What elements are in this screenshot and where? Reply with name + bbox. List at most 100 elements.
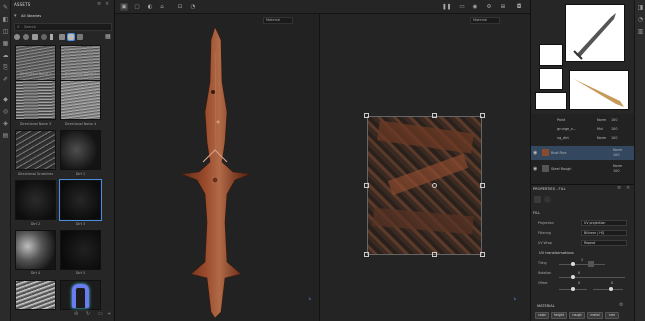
panel-menu-icon[interactable]: ≡ [617, 185, 621, 191]
smart-material-filter-icon[interactable] [23, 34, 29, 40]
channel-toggle[interactable]: height [551, 312, 567, 319]
particle-filter-icon[interactable] [59, 34, 65, 40]
fill-tab-icon[interactable] [534, 196, 541, 203]
viewport-3d[interactable]: Material ↳ [115, 14, 319, 321]
asset-preview-thumb[interactable] [539, 44, 563, 66]
tiling-slider-knob[interactable] [571, 262, 575, 266]
transform-handle[interactable] [364, 252, 369, 257]
polygon-fill-icon[interactable]: ◆ [2, 96, 9, 103]
filtering-dropdown[interactable]: Bilinear | HQ [581, 230, 627, 236]
lock-icon[interactable] [588, 261, 594, 267]
layers-panel-icon[interactable]: ◨ [637, 4, 644, 11]
text-icon[interactable]: ▤ [2, 132, 9, 139]
transform-handle[interactable] [480, 113, 485, 118]
asset-thumbnail[interactable] [15, 45, 56, 85]
transform-handle[interactable] [480, 252, 485, 257]
layer-blend[interactable]: Mul [597, 125, 603, 134]
asset-thumbnail[interactable] [60, 45, 101, 85]
render-icon[interactable]: ◉ [471, 3, 479, 11]
library-selector[interactable]: ▾ All libraries [14, 13, 112, 20]
transform-handle[interactable] [432, 113, 437, 118]
smudge-icon[interactable]: ☁ [2, 52, 9, 59]
layer-row[interactable]: ng_dirt Norm 100 [531, 134, 635, 143]
screenshot-camera-icon[interactable]: ◘ [515, 3, 523, 11]
viewport-2d[interactable]: Material ↳ [320, 14, 530, 321]
history-icon[interactable]: ◔ [189, 3, 197, 11]
uv-transform-header[interactable]: UV transformations [539, 251, 574, 255]
layer-opacity[interactable]: 100 [611, 125, 617, 134]
mask-tab-icon[interactable] [544, 196, 551, 203]
asset-preview-thumb[interactable] [539, 68, 563, 90]
asset-thumbnail[interactable] [15, 80, 56, 120]
clone-icon[interactable]: ⎘ [2, 64, 9, 71]
pause-render-icon[interactable]: ❚❚ [442, 3, 451, 11]
offset-y-value[interactable]: 0 [611, 281, 613, 285]
layer-row[interactable]: Paint Norm 100 [531, 116, 635, 125]
layout-both-icon[interactable]: ▣ [120, 3, 128, 11]
size-slider-icon[interactable]: ▭ [98, 311, 103, 317]
layer-opacity[interactable]: 100 [613, 151, 619, 159]
tiling-slider[interactable] [559, 264, 605, 265]
projection-icon[interactable]: ◫ [2, 28, 9, 35]
asset-preview-thumb[interactable] [535, 92, 567, 110]
close-icon[interactable]: × [105, 1, 109, 7]
asset-preview-sword[interactable] [565, 4, 625, 62]
channel-toggle[interactable]: rough [569, 312, 585, 319]
close-icon[interactable]: × [626, 185, 630, 191]
asset-thumbnail[interactable] [60, 280, 101, 310]
asset-thumbnail[interactable] [59, 179, 102, 221]
rotation-value[interactable]: 0 [578, 271, 580, 275]
layer-row[interactable]: grunge_n... Mul 100 [531, 125, 635, 134]
brush-filter-icon[interactable] [50, 34, 53, 40]
asset-thumbnail[interactable] [60, 130, 101, 170]
refresh-icon[interactable]: ↻ [86, 311, 90, 317]
offset-x-value[interactable]: 0 [578, 281, 580, 285]
mask-filter-icon[interactable] [32, 34, 38, 40]
offset-y-slider-knob[interactable] [609, 287, 613, 291]
texture-set-icon[interactable]: ▥ [637, 28, 644, 35]
settings-icon[interactable]: ⚙ [485, 3, 493, 11]
layer-row[interactable]: ◉ Rust Fine Norm 100 [531, 146, 635, 160]
measure-icon[interactable]: ◈ [2, 120, 9, 127]
tiling-value[interactable]: 1 [581, 258, 583, 262]
layer-blend[interactable]: Norm [597, 116, 606, 125]
grid-view-icon[interactable]: ▦ [105, 33, 111, 40]
layer-blend[interactable]: Norm [597, 134, 606, 143]
display-settings-icon[interactable]: ⌂ [158, 3, 166, 11]
asset-thumbnail[interactable] [15, 280, 56, 310]
channel-toggle[interactable]: metal [587, 312, 603, 319]
asset-thumbnail[interactable] [60, 230, 101, 270]
layer-opacity[interactable]: 100 [613, 167, 619, 175]
material-settings-icon[interactable]: ⚙ [619, 302, 623, 308]
projection-dropdown[interactable]: UV projection [581, 220, 627, 226]
offset-x-slider-knob[interactable] [571, 287, 575, 291]
geometry-fill-icon[interactable]: ▦ [2, 40, 9, 47]
transform-handle[interactable] [480, 183, 485, 188]
screenshot-icon[interactable]: ⊡ [176, 3, 184, 11]
asset-thumbnail[interactable] [15, 180, 56, 220]
paint-brush-icon[interactable]: ✎ [2, 4, 9, 11]
fullscreen-icon[interactable]: ⊞ [499, 3, 507, 11]
offset-y-slider[interactable] [593, 289, 623, 290]
transform-handle[interactable] [364, 183, 369, 188]
search-input[interactable]: ⌕ Search [14, 23, 112, 31]
layout-3d-icon[interactable]: ▢ [133, 3, 141, 11]
eye-icon[interactable]: ◉ [533, 162, 537, 176]
transform-handle[interactable] [364, 113, 369, 118]
channel-toggle[interactable]: nrm [605, 312, 619, 319]
picker-icon[interactable]: ✐ [2, 76, 9, 83]
pivot-handle[interactable] [432, 183, 437, 188]
rotation-slider[interactable] [559, 277, 625, 278]
filter-icon[interactable]: ⊘ [74, 311, 78, 317]
add-icon[interactable]: + [107, 311, 111, 317]
material-filter-icon[interactable] [14, 34, 20, 40]
bake-icon[interactable]: ◎ [2, 108, 9, 115]
environment-filter-icon[interactable] [77, 34, 83, 40]
asset-thumbnail[interactable] [60, 80, 101, 120]
eye-icon[interactable]: ◉ [533, 146, 537, 160]
uv-texture-map[interactable] [367, 116, 482, 255]
camera-icon[interactable]: ◐ [146, 3, 154, 11]
texture-filter-icon[interactable] [67, 33, 75, 41]
asset-thumbnail[interactable] [15, 130, 56, 170]
channel-toggle[interactable]: color [535, 312, 549, 319]
